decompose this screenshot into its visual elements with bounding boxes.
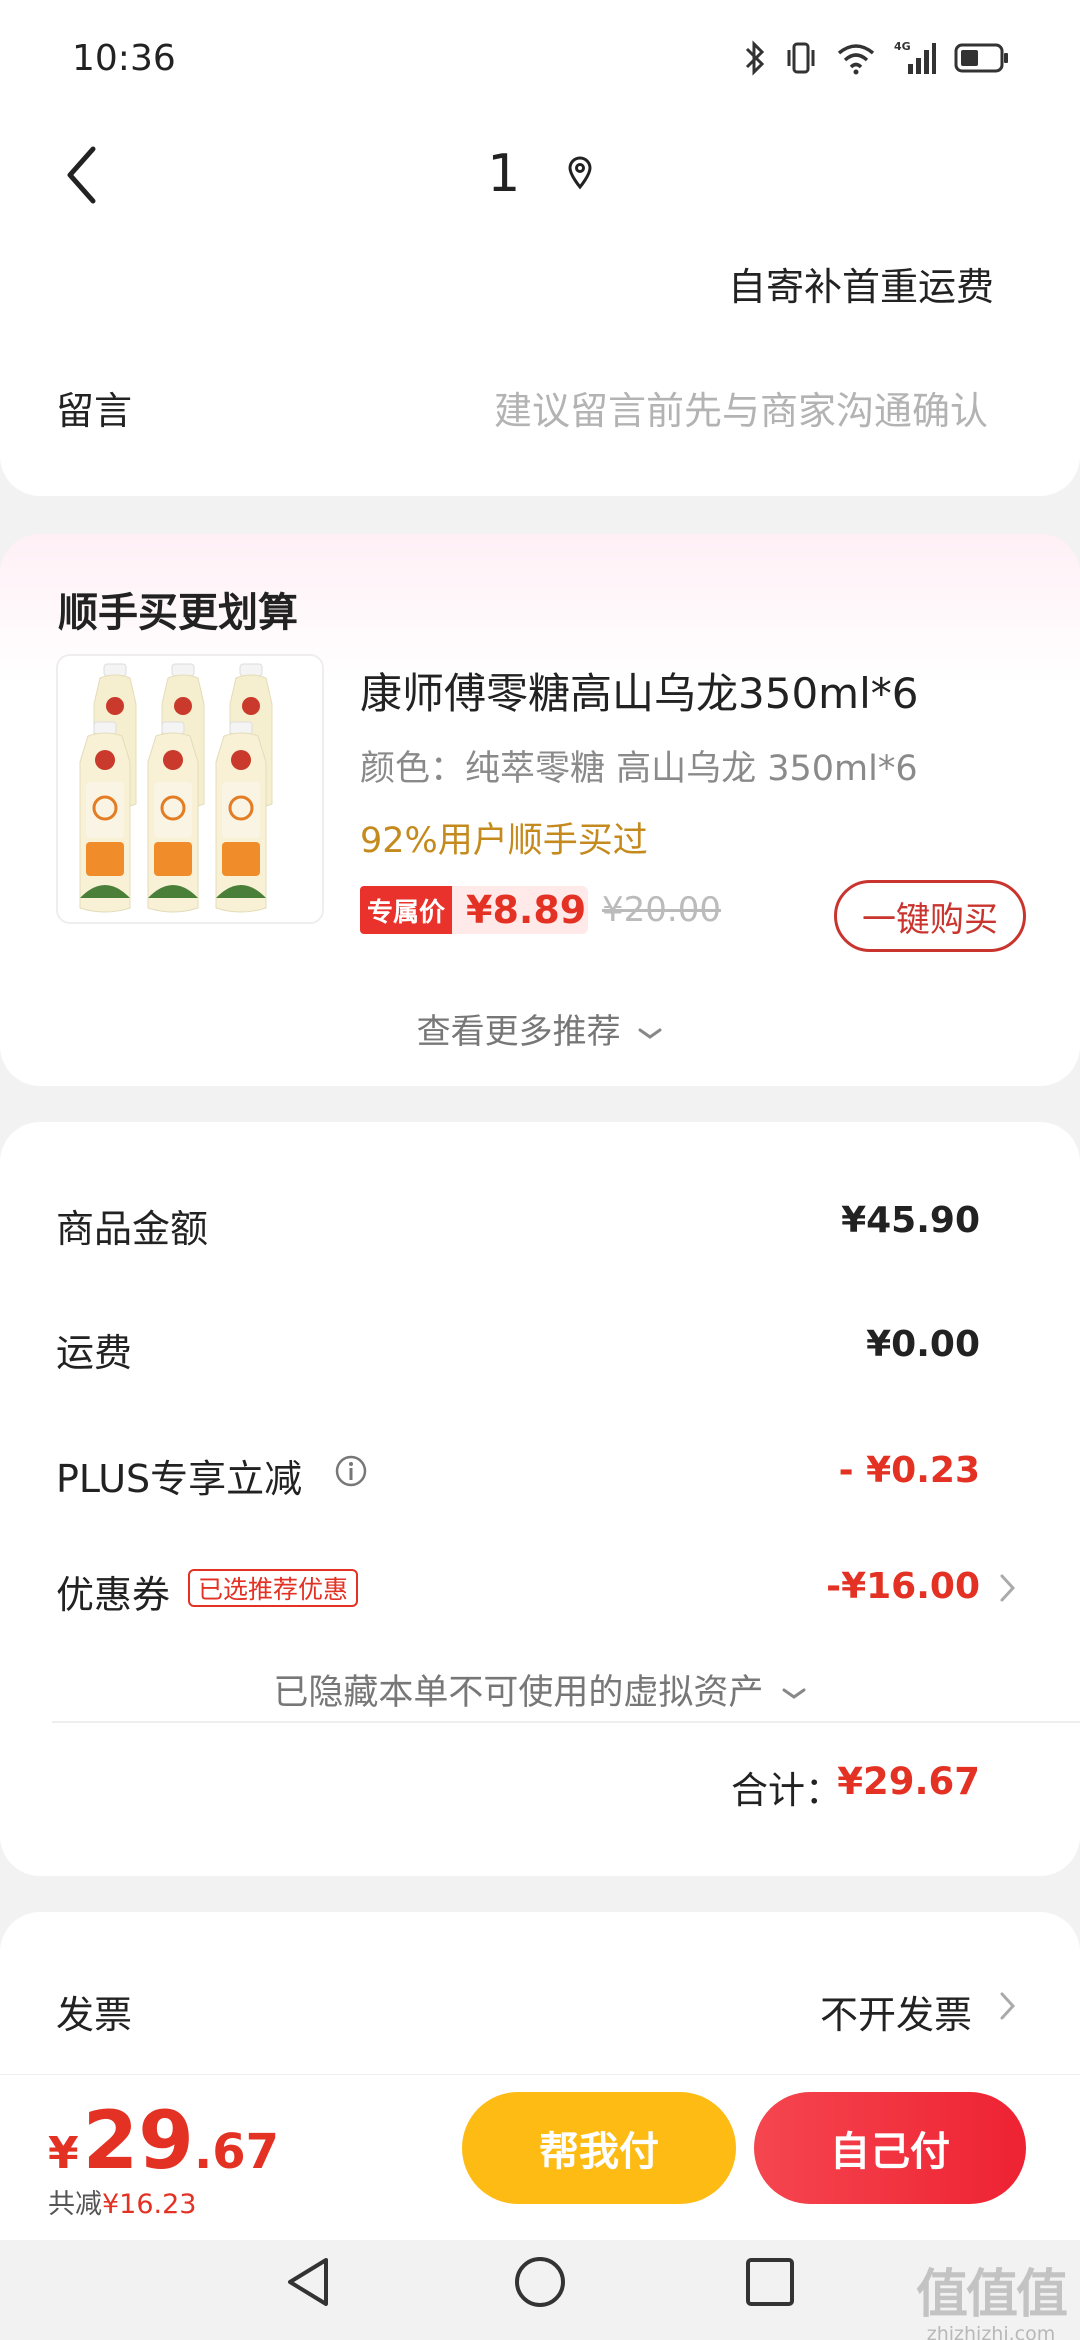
message-label: 留言 [56,389,133,433]
nav-back-icon[interactable] [280,2252,336,2312]
total-saved: 共减¥16.23 [48,2182,196,2221]
status-icons: 4G [744,40,1010,76]
info-icon[interactable] [334,1454,368,1488]
more-recommendations-label: 查看更多推荐 [416,1012,621,1052]
invoice-label: 发票 [56,1993,133,2037]
coupon-recommended-badge: 已选推荐优惠 [188,1569,359,1607]
product-price: ¥8.89 [452,886,588,934]
invoice-chevron-right-icon[interactable] [996,1988,1020,2024]
bluetooth-icon [745,40,765,76]
location-pin-icon [568,156,592,190]
product-image[interactable] [56,654,324,924]
pay-amount: ¥ 29 .67 [48,2094,279,2187]
watermark-site: zhizhizhi.com [926,2323,1056,2340]
shipping-fee-value: ¥0.00 [866,1324,980,1365]
tea-bottles-image [58,656,322,922]
pay-decimal: .67 [193,2124,279,2180]
vibrate-icon [787,42,815,74]
hidden-assets-label: 已隐藏本单不可使用的虚拟资产 [273,1673,764,1713]
hidden-assets-toggle[interactable]: 已隐藏本单不可使用的虚拟资产 [0,1664,1080,1715]
goods-amount-value: ¥45.90 [841,1200,980,1241]
nav-home-icon[interactable] [512,2252,568,2312]
shipping-note: 自寄补首重运费 [727,265,994,309]
pay-myself-button[interactable]: 自己付 [754,2092,1026,2204]
help-me-pay-button[interactable]: 帮我付 [462,2092,736,2204]
saved-label: 共减 [48,2189,102,2220]
site-watermark: 值值值 zhizhizhi.com [915,2252,1068,2340]
address-number: 1 [487,144,521,204]
plus-discount-value: - ¥0.23 [838,1450,980,1491]
page-title[interactable]: 1 [0,144,1080,204]
message-input[interactable]: 建议留言前先与商家沟通确认 [494,380,988,435]
total-value: ¥29.67 [837,1760,980,1803]
goods-amount-label: 商品金额 [56,1207,209,1251]
battery-icon [954,43,1008,73]
signal-icon: 4G [894,40,936,74]
invoice-value[interactable]: 不开发票 [820,1984,972,2039]
plus-discount-label: PLUS专享立减 [56,1457,303,1501]
chevron-down-icon [638,1028,662,1039]
one-click-buy-button[interactable]: 一键购买 [834,880,1026,952]
exclusive-price-tag: 专属价 [360,886,452,934]
network-label: 4G [894,40,911,53]
watermark-mark: 值值值 [915,2265,1068,2325]
product-original-price: ¥20.00 [602,890,721,930]
shipping-fee-label: 运费 [56,1331,133,1375]
product-name[interactable]: 康师傅零糖高山乌龙350ml*6 [360,660,918,721]
recommend-title: 顺手买更划算 [58,590,298,636]
total-label: 合计： [731,1769,842,1812]
more-recommendations-link[interactable]: 查看更多推荐 [0,1004,1080,1053]
pay-integer: 29 [82,2094,194,2187]
status-time: 10:36 [72,38,176,79]
product-purchase-stat: 92%用户顺手买过 [360,821,648,861]
saved-value: ¥16.23 [102,2189,197,2220]
coupon-chevron-right-icon[interactable] [996,1570,1020,1606]
chevron-down-icon [782,1688,806,1699]
product-spec: 颜色：纯萃零糖 高山乌龙 350ml*6 [360,749,918,789]
nav-recent-apps-icon[interactable] [742,2254,798,2310]
divider [52,1721,1080,1723]
coupon-label: 优惠券 [56,1573,171,1617]
wifi-icon [837,44,875,75]
pay-currency: ¥ [48,2128,79,2179]
coupon-value[interactable]: -¥16.00 [826,1566,980,1607]
